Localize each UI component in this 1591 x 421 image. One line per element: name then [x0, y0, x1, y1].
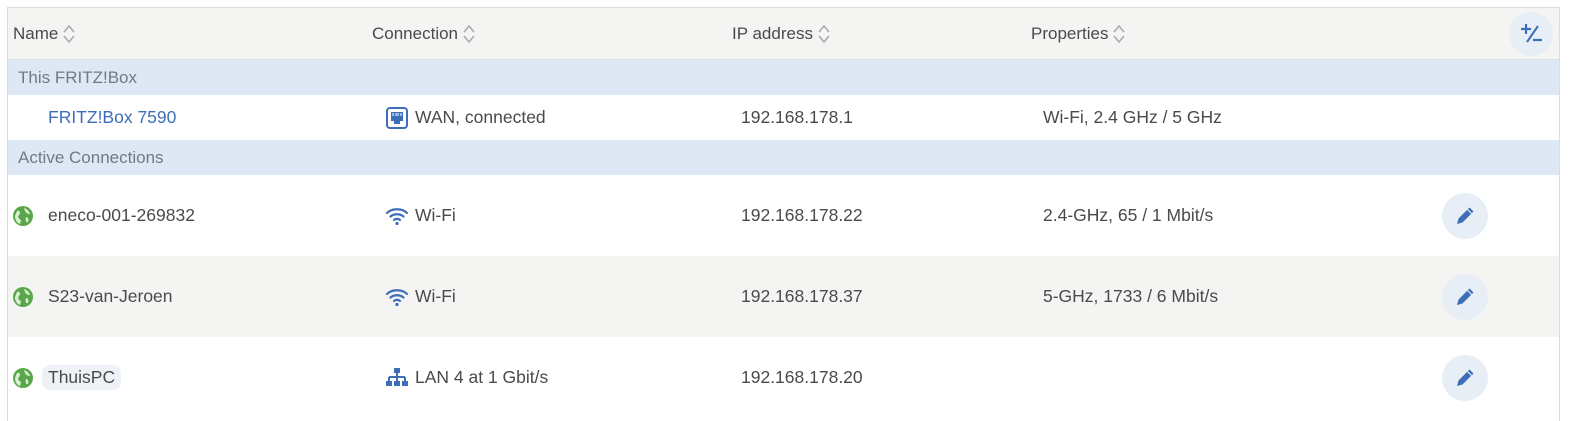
edit-device-button[interactable]: [1442, 273, 1488, 320]
device-name-link[interactable]: FRITZ!Box 7590: [48, 107, 176, 128]
table-row: eneco-001-269832 Wi-Fi 192.168.178.22 2.…: [8, 175, 1559, 256]
section-label: Active Connections: [18, 147, 164, 167]
column-header-ip[interactable]: IP address: [732, 8, 831, 60]
table-row: ThuisPC LAN 4 at 1 Gbit/s 192.168.178.20: [8, 337, 1559, 418]
connection-text: Wi-Fi: [415, 286, 456, 306]
add-remove-columns-button[interactable]: [1509, 12, 1553, 56]
wifi-icon: [385, 288, 409, 306]
network-devices-table: Name Connection IP address Properties Th…: [7, 7, 1560, 421]
table-row: S23-van-Jeroen Wi-Fi 192.168.178.37 5-GH…: [8, 256, 1559, 337]
plus-minus-icon: [1521, 24, 1542, 43]
ip-address: 192.168.178.37: [741, 286, 863, 306]
pencil-icon: [1457, 207, 1474, 224]
online-globe-icon: [13, 286, 33, 307]
column-header-properties-label: Properties: [1031, 24, 1109, 43]
properties-text: Wi-Fi, 2.4 GHz / 5 GHz: [1043, 107, 1222, 127]
wan-port-icon: [386, 106, 408, 129]
device-name[interactable]: S23-van-Jeroen: [48, 286, 173, 307]
online-globe-icon: [13, 205, 33, 226]
connection-text: WAN, connected: [415, 107, 546, 127]
column-header-connection[interactable]: Connection: [372, 8, 476, 60]
properties-text: 5-GHz, 1733 / 6 Mbit/s: [1043, 286, 1219, 306]
edit-device-button[interactable]: [1442, 354, 1488, 401]
connection-text: Wi-Fi: [415, 205, 456, 225]
column-header-ip-label: IP address: [732, 24, 813, 43]
online-globe-icon: [13, 367, 33, 388]
sort-icon: [1113, 24, 1126, 44]
sort-icon: [818, 24, 830, 44]
section-header-this-fritzbox: This FRITZ!Box: [8, 60, 1559, 95]
sort-icon: [463, 24, 475, 44]
section-label: This FRITZ!Box: [18, 67, 138, 87]
connection-text: LAN 4 at 1 Gbit/s: [415, 367, 549, 387]
sort-icon: [63, 24, 75, 44]
wifi-icon: [385, 207, 409, 225]
properties-text: 2.4-GHz, 65 / 1 Mbit/s: [1043, 205, 1214, 225]
column-header-connection-label: Connection: [372, 24, 459, 43]
column-header-name-label: Name: [13, 24, 59, 43]
table-header: Name Connection IP address Properties: [8, 8, 1559, 60]
column-header-properties[interactable]: Properties: [1031, 8, 1126, 60]
table-row-fritzbox: FRITZ!Box 7590 WAN, connected 192.168.17…: [8, 95, 1559, 140]
edit-device-button[interactable]: [1442, 192, 1488, 239]
pencil-icon: [1457, 288, 1474, 305]
ip-address: 192.168.178.1: [741, 107, 853, 127]
ip-address: 192.168.178.20: [741, 367, 863, 387]
device-name[interactable]: eneco-001-269832: [48, 205, 195, 226]
column-header-name[interactable]: Name: [13, 8, 76, 60]
device-name[interactable]: ThuisPC: [42, 365, 122, 390]
ip-address: 192.168.178.22: [741, 205, 863, 225]
section-header-active-connections: Active Connections: [8, 140, 1559, 175]
lan-icon: [386, 367, 408, 386]
pencil-icon: [1457, 369, 1474, 386]
